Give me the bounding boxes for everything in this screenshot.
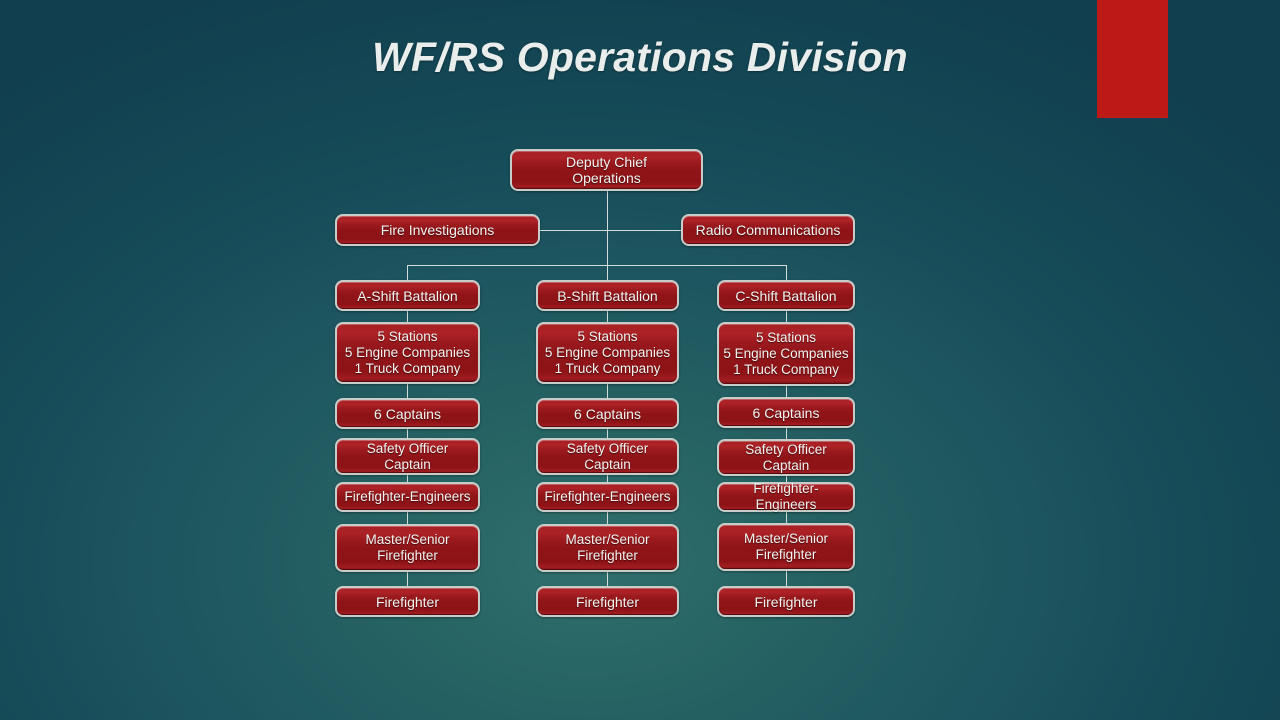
connector-battalion-bar	[407, 265, 786, 266]
connector-root-spine	[607, 191, 608, 265]
connector-col0-link-3	[407, 475, 408, 482]
node-a-shift-firefighter-engineers[interactable]: Firefighter-Engineers	[335, 482, 480, 512]
connector-col0-link-0	[407, 311, 408, 322]
node-a-shift-master-senior-firefighter[interactable]: Master/Senior Firefighter	[335, 524, 480, 572]
node-c-shift-firefighter[interactable]: Firefighter	[717, 586, 855, 617]
node-b-shift-safety-officer[interactable]: Safety Officer Captain	[536, 438, 679, 475]
node-c-shift-safety-officer[interactable]: Safety Officer Captain	[717, 439, 855, 476]
connector-col2-link-4	[786, 512, 787, 523]
connector-col1-link-5	[607, 572, 608, 586]
node-a-shift-firefighter[interactable]: Firefighter	[335, 586, 480, 617]
node-b-shift-battalion[interactable]: B-Shift Battalion	[536, 280, 679, 311]
connector-battalion-drop-1	[607, 265, 608, 280]
connector-col1-link-4	[607, 512, 608, 524]
node-b-shift-firefighter[interactable]: Firefighter	[536, 586, 679, 617]
connector-radio-communications	[607, 230, 681, 231]
connector-col1-link-1	[607, 384, 608, 398]
node-b-shift-master-senior-firefighter[interactable]: Master/Senior Firefighter	[536, 524, 679, 572]
node-c-shift-master-senior-firefighter[interactable]: Master/Senior Firefighter	[717, 523, 855, 571]
connector-battalion-drop-2	[786, 265, 787, 280]
node-radio-communications[interactable]: Radio Communications	[681, 214, 855, 246]
node-b-shift-captains[interactable]: 6 Captains	[536, 398, 679, 429]
connector-col2-link-2	[786, 428, 787, 439]
connector-col0-link-1	[407, 384, 408, 398]
connector-fire-investigations	[540, 230, 607, 231]
connector-col0-link-4	[407, 512, 408, 524]
node-c-shift-firefighter-engineers[interactable]: Firefighter-Engineers	[717, 481, 855, 512]
connector-col1-link-3	[607, 475, 608, 482]
connector-col0-link-2	[407, 429, 408, 438]
connector-col0-link-5	[407, 572, 408, 586]
node-c-shift-stations[interactable]: 5 Stations 5 Engine Companies 1 Truck Co…	[717, 322, 855, 386]
node-deputy-chief[interactable]: Deputy Chief Operations	[510, 149, 703, 191]
node-a-shift-captains[interactable]: 6 Captains	[335, 398, 480, 429]
org-chart: Deputy Chief Operations Fire Investigati…	[0, 0, 1280, 720]
connector-battalion-drop-0	[407, 265, 408, 280]
connector-col2-link-1	[786, 386, 787, 397]
connector-col1-link-2	[607, 429, 608, 438]
node-c-shift-battalion[interactable]: C-Shift Battalion	[717, 280, 855, 311]
node-fire-investigations[interactable]: Fire Investigations	[335, 214, 540, 246]
node-c-shift-captains[interactable]: 6 Captains	[717, 397, 855, 428]
node-b-shift-firefighter-engineers[interactable]: Firefighter-Engineers	[536, 482, 679, 512]
node-a-shift-safety-officer[interactable]: Safety Officer Captain	[335, 438, 480, 475]
connector-col2-link-0	[786, 311, 787, 322]
connector-col1-link-0	[607, 311, 608, 322]
node-b-shift-stations[interactable]: 5 Stations 5 Engine Companies 1 Truck Co…	[536, 322, 679, 384]
node-a-shift-battalion[interactable]: A-Shift Battalion	[335, 280, 480, 311]
node-a-shift-stations[interactable]: 5 Stations 5 Engine Companies 1 Truck Co…	[335, 322, 480, 384]
connector-col2-link-5	[786, 571, 787, 586]
